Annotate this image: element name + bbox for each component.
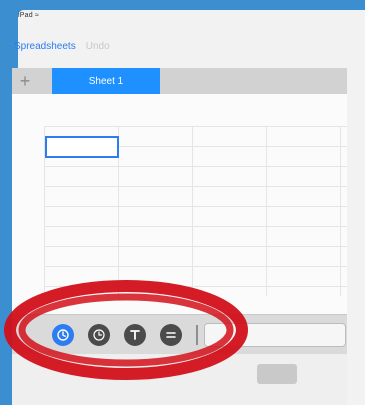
device-frame: iPad ≈ Spreadsheets Undo + Sheet 1 <box>0 0 365 405</box>
equal-icon[interactable] <box>160 324 182 346</box>
navigation-bar: Spreadsheets Undo <box>14 41 110 52</box>
clock-icon[interactable] <box>88 324 110 346</box>
status-bar: iPad ≈ <box>18 12 39 19</box>
toolbar-separator <box>196 325 198 345</box>
tab-sheet-1[interactable]: Sheet 1 <box>52 68 160 94</box>
input-toolbar <box>12 314 347 355</box>
text-format-icon[interactable] <box>124 324 146 346</box>
spreadsheets-link[interactable]: Spreadsheets <box>14 41 76 52</box>
device-label: iPad <box>18 12 33 19</box>
undo-button[interactable]: Undo <box>86 41 110 52</box>
sheet-tab-bar: + Sheet 1 <box>12 68 347 94</box>
selected-cell[interactable] <box>45 136 119 158</box>
history-icon[interactable] <box>52 324 74 346</box>
wifi-icon: ≈ <box>34 12 40 19</box>
formula-input[interactable] <box>204 323 346 347</box>
spreadsheet-grid[interactable] <box>12 94 347 314</box>
keyboard-key[interactable] <box>257 364 297 384</box>
keyboard-area <box>12 354 347 405</box>
add-sheet-button[interactable]: + <box>12 68 38 94</box>
